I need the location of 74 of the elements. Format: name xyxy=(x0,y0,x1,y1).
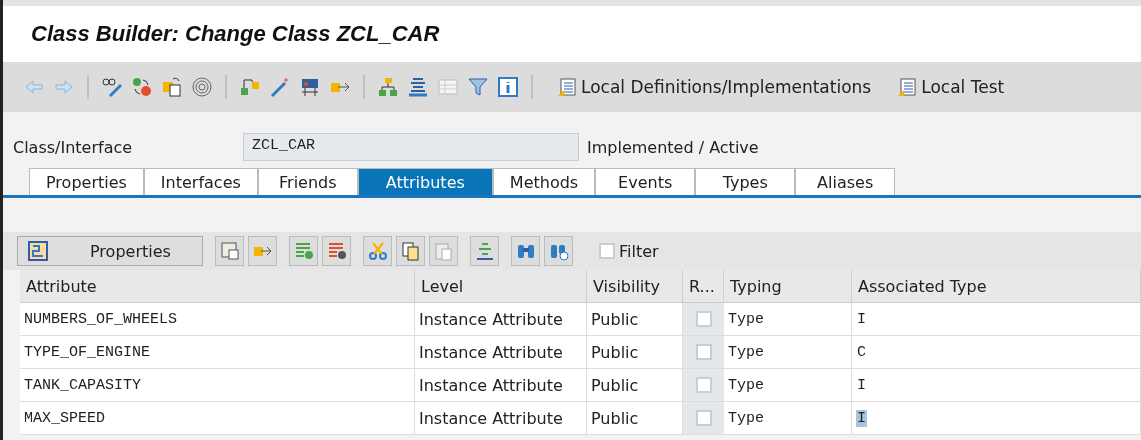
tab[interactable]: Friends xyxy=(257,168,358,195)
table-cell: I xyxy=(852,402,1141,435)
document-icon xyxy=(557,77,577,97)
paste-button[interactable] xyxy=(429,236,458,266)
tab[interactable]: Properties xyxy=(29,168,144,195)
magic-wand-icon[interactable] xyxy=(269,76,291,98)
delete-row-button[interactable] xyxy=(322,236,351,266)
insert-row-icon xyxy=(293,241,314,261)
column-header[interactable]: Typing xyxy=(724,270,852,303)
align-button[interactable] xyxy=(470,236,499,266)
tab[interactable]: Events xyxy=(595,168,696,195)
table-cell: NUMBERS_OF_WHEELS xyxy=(20,303,415,336)
export-button[interactable] xyxy=(248,236,277,266)
tab[interactable]: Attributes xyxy=(357,168,493,195)
copy-icon xyxy=(400,241,421,261)
stamp-icon[interactable] xyxy=(299,76,321,98)
class-name-field[interactable]: ZCL_CAR xyxy=(243,133,579,161)
properties-icon xyxy=(28,241,48,261)
stacked-lines-icon xyxy=(474,241,495,261)
spiral-icon[interactable] xyxy=(191,76,213,98)
paste-icon xyxy=(433,241,454,261)
table-cell: Instance Attribute xyxy=(415,303,587,336)
cut-button[interactable] xyxy=(363,236,392,266)
find-next-button[interactable] xyxy=(544,236,573,266)
column-header[interactable]: Associated Type xyxy=(852,270,1141,303)
find-button[interactable] xyxy=(511,236,540,266)
delete-row-icon xyxy=(326,241,347,261)
filter-checkbox[interactable] xyxy=(599,243,615,259)
glasses-pencil-icon[interactable] xyxy=(101,76,123,98)
windows-icon xyxy=(219,241,240,261)
circles-arrows-icon[interactable] xyxy=(131,76,153,98)
read-only-checkbox[interactable] xyxy=(695,410,712,426)
filter-icon[interactable] xyxy=(467,76,489,98)
table-cell: Type xyxy=(724,336,852,369)
toolbar-button[interactable]: Local Test xyxy=(891,77,1011,97)
read-only-checkbox[interactable] xyxy=(695,344,712,360)
table-cell: MAX_SPEED xyxy=(20,402,415,435)
scissors-icon xyxy=(367,241,388,261)
field-label: Class/Interface xyxy=(12,137,134,157)
table-cell: TANK_CAPASITY xyxy=(20,369,415,402)
table-cell: I xyxy=(852,303,1141,336)
table-cell: Instance Attribute xyxy=(415,336,587,369)
table-cell: Type xyxy=(724,369,852,402)
status-text: Implemented / Active xyxy=(587,137,759,157)
filter-label: Filter xyxy=(619,241,659,261)
hierarchy-icon[interactable] xyxy=(239,76,261,98)
read-only-checkbox[interactable] xyxy=(695,311,712,327)
column-header[interactable]: Attribute xyxy=(20,270,415,303)
info-icon[interactable] xyxy=(497,76,519,98)
column-header[interactable]: Visibility xyxy=(587,270,683,303)
copy-button[interactable] xyxy=(396,236,425,266)
toolbar-button[interactable]: Local Definitions/Implementations xyxy=(551,77,878,97)
table-cell: Type xyxy=(724,402,852,435)
table-cell: Type xyxy=(724,303,852,336)
insert-row-button[interactable] xyxy=(289,236,318,266)
tab[interactable]: Types xyxy=(695,168,796,195)
window-title: Class Builder: Change Class ZCL_CAR xyxy=(31,21,440,47)
table-cell: I xyxy=(852,369,1141,402)
column-header[interactable]: R... xyxy=(683,270,724,303)
tab[interactable]: Methods xyxy=(492,168,596,195)
column-header[interactable]: Level xyxy=(415,270,587,303)
properties-button[interactable]: Properties xyxy=(17,236,203,266)
tab[interactable]: Interfaces xyxy=(143,168,258,195)
read-only-checkbox[interactable] xyxy=(695,377,712,393)
lines-icon[interactable] xyxy=(407,76,429,98)
document-icon xyxy=(897,77,918,97)
table-cell: C xyxy=(852,336,1141,369)
table-cell: Instance Attribute xyxy=(415,402,587,435)
table-cell: TYPE_OF_ENGINE xyxy=(20,336,415,369)
copy-object-icon[interactable] xyxy=(161,76,183,98)
tree-icon[interactable] xyxy=(377,76,399,98)
tab[interactable]: Aliases xyxy=(795,168,896,195)
table-cell: Instance Attribute xyxy=(415,369,587,402)
detail-view-button[interactable] xyxy=(215,236,244,266)
